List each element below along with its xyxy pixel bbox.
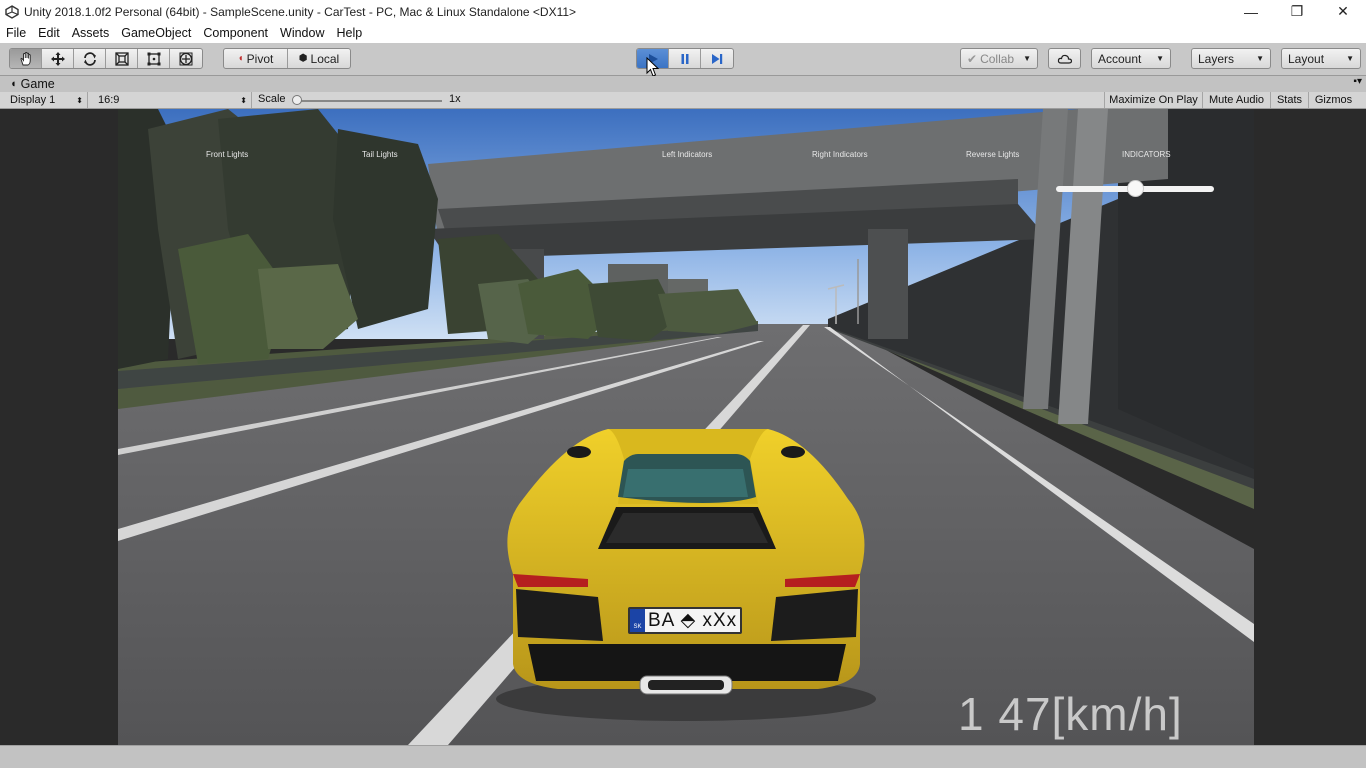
minimize-button[interactable]: — [1228, 0, 1274, 23]
aspect-dropdown[interactable]: 16:9 ⬍ [92, 92, 252, 108]
eu-flag-icon: SK [630, 609, 645, 632]
collab-label: Collab [980, 51, 1015, 66]
move-tool-icon[interactable] [42, 49, 74, 68]
scale-slider-track[interactable] [296, 100, 442, 102]
updown-arrow-icon: ⬍ [240, 95, 247, 105]
pivot-local-group: ◖ Pivot ⬢ Local [223, 48, 351, 69]
display-dropdown[interactable]: Display 1 ⬍ [4, 92, 88, 108]
game-tab[interactable]: ◖ Game [4, 76, 61, 92]
local-cube-icon: ⬢ [298, 53, 308, 64]
menu-gameobject[interactable]: GameObject [115, 23, 197, 43]
display-label: Display 1 [10, 94, 56, 106]
game-scene[interactable]: Front Lights Tail Lights Left Indicators… [118, 109, 1254, 745]
pause-button[interactable] [669, 49, 701, 68]
game-view-toolbar: Display 1 ⬍ 16:9 ⬍ Scale 1x Maximize On … [0, 92, 1366, 109]
game-tab-bar: ◖ Game ▪▾ [0, 76, 1366, 92]
menu-file[interactable]: File [0, 23, 32, 43]
scale-label: Scale [258, 93, 286, 105]
status-bar [0, 745, 1366, 768]
step-icon [712, 53, 723, 64]
maximize-on-play-toggle[interactable]: Maximize On Play [1104, 92, 1202, 108]
chevron-down-icon: ▼ [1256, 54, 1264, 63]
menu-bar: File Edit Assets GameObject Component Wi… [0, 23, 1366, 43]
reverse-lights-button[interactable]: Reverse Lights [966, 150, 1019, 159]
transform-tools [9, 48, 203, 69]
indicators-slider-thumb[interactable] [1126, 180, 1144, 197]
step-button[interactable] [701, 49, 733, 68]
chevron-down-icon: ▼ [1156, 54, 1164, 63]
mouse-cursor-icon [646, 57, 660, 77]
cloud-button[interactable] [1048, 48, 1081, 69]
chevron-down-icon: ▼ [1023, 54, 1031, 63]
plate-number: BA ⬘ xXx [648, 610, 738, 631]
unity-logo-icon [2, 0, 22, 23]
menu-assets[interactable]: Assets [66, 23, 116, 43]
menu-edit[interactable]: Edit [32, 23, 66, 43]
tail-lights-button[interactable]: Tail Lights [362, 150, 398, 159]
close-button[interactable]: ✕ [1320, 0, 1366, 23]
game-view: Front Lights Tail Lights Left Indicators… [0, 109, 1366, 745]
pivot-icon: ◖ [237, 53, 244, 64]
window-title: Unity 2018.1.0f2 Personal (64bit) - Samp… [24, 4, 577, 19]
title-bar: Unity 2018.1.0f2 Personal (64bit) - Samp… [0, 0, 1366, 23]
aspect-label: 16:9 [98, 94, 120, 106]
local-label: Local [310, 51, 340, 66]
tab-menu-icon[interactable]: ▪▾ [1353, 76, 1362, 87]
cloud-icon [1057, 54, 1072, 64]
scene-render [118, 109, 1254, 745]
transform-tool-icon[interactable] [170, 49, 202, 68]
collab-dropdown[interactable]: ✔ Collab ▼ [960, 48, 1038, 69]
plate-country: SK [633, 624, 642, 630]
chevron-down-icon: ▼ [1346, 54, 1354, 63]
layout-dropdown[interactable]: Layout ▼ [1281, 48, 1361, 69]
menu-help[interactable]: Help [330, 23, 368, 43]
layers-label: Layers [1198, 51, 1235, 66]
game-tab-label: Game [20, 77, 55, 91]
layers-dropdown[interactable]: Layers ▼ [1191, 48, 1271, 69]
mute-audio-toggle[interactable]: Mute Audio [1202, 92, 1270, 108]
game-controller-icon: ◖ [10, 78, 17, 90]
layout-label: Layout [1288, 51, 1325, 66]
license-plate: SK BA ⬘ xXx [628, 607, 742, 634]
collab-check-icon: ✔ [967, 51, 978, 66]
menu-window[interactable]: Window [274, 23, 330, 43]
menu-component[interactable]: Component [197, 23, 274, 43]
pivot-toggle[interactable]: ◖ Pivot [224, 49, 288, 68]
stats-toggle[interactable]: Stats [1270, 92, 1308, 108]
pivot-label: Pivot [246, 51, 274, 66]
local-toggle[interactable]: ⬢ Local [288, 49, 350, 68]
left-indicators-button[interactable]: Left Indicators [662, 150, 712, 159]
scale-slider-thumb[interactable] [292, 95, 302, 105]
indicators-label: INDICATORS [1122, 150, 1171, 159]
gizmos-toggle[interactable]: Gizmos [1308, 92, 1358, 108]
scale-tool-icon[interactable] [106, 49, 138, 68]
main-toolbar: ◖ Pivot ⬢ Local ✔ Collab ▼ Account ▼ Lay… [0, 43, 1366, 77]
account-label: Account [1098, 51, 1142, 66]
pause-icon [681, 53, 688, 64]
maximize-button[interactable]: ❐ [1274, 0, 1320, 23]
rotate-tool-icon[interactable] [74, 49, 106, 68]
right-indicators-button[interactable]: Right Indicators [812, 150, 868, 159]
account-dropdown[interactable]: Account ▼ [1091, 48, 1171, 69]
scale-value: 1x [449, 93, 461, 105]
front-lights-button[interactable]: Front Lights [206, 150, 248, 159]
rect-tool-icon[interactable] [138, 49, 170, 68]
hand-tool-icon[interactable] [10, 49, 42, 68]
updown-arrow-icon: ⬍ [76, 95, 83, 105]
speedometer-readout: 1 47[km/h] [958, 688, 1183, 740]
